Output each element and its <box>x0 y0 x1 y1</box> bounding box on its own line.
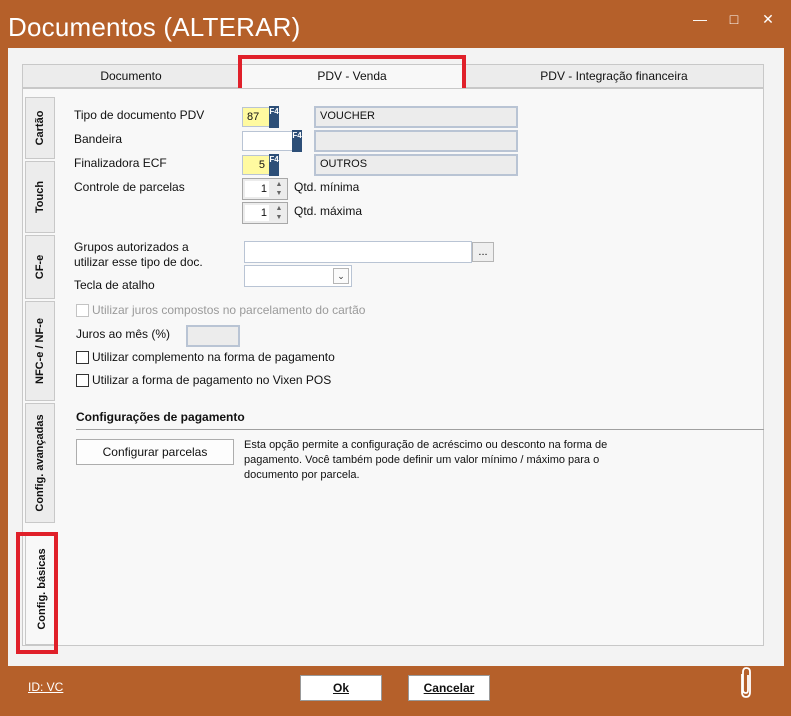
tipo-documento-description: VOUCHER <box>314 106 518 128</box>
bandeira-label: Bandeira <box>74 132 123 146</box>
grupos-input[interactable] <box>244 241 472 263</box>
juros-mes-input[interactable] <box>186 325 240 347</box>
parcelas-min-stepper[interactable]: 1 ▲ ▼ <box>242 178 288 200</box>
pagamento-description: Esta opção permite a configuração de acr… <box>244 438 607 483</box>
bandeira-description <box>314 130 518 152</box>
pagamento-section-title: Configurações de pagamento <box>76 410 245 424</box>
side-tab-label: Touch <box>34 180 46 214</box>
description-line: documento por parcela. <box>244 469 360 481</box>
parcelas-label: Controle de parcelas <box>74 180 185 194</box>
tab-documento[interactable]: Documento <box>23 65 239 87</box>
stepper-arrows-icon[interactable]: ▲ ▼ <box>273 204 285 222</box>
tab-pdv-integracao-financeira[interactable]: PDV - Integração financeira <box>465 65 763 87</box>
complemento-label: Utilizar complemento na forma de pagamen… <box>92 350 335 364</box>
window-controls: — □ ✕ <box>683 8 785 30</box>
f4-lookup-icon[interactable]: F4 <box>292 130 302 152</box>
vixen-pos-label: Utilizar a forma de pagamento no Vixen P… <box>92 373 332 387</box>
main-window: Documentos (ALTERAR) — □ ✕ Documento PDV… <box>0 0 791 716</box>
f4-lookup-icon[interactable]: F4 <box>269 154 279 176</box>
configurar-parcelas-button[interactable]: Configurar parcelas <box>76 439 234 465</box>
maximize-icon[interactable]: □ <box>717 8 751 30</box>
vixen-pos-checkbox[interactable] <box>76 374 89 387</box>
parcelas-min-label: Qtd. mínima <box>294 180 360 194</box>
section-divider <box>76 429 764 430</box>
parcelas-max-label: Qtd. máxima <box>294 204 363 218</box>
side-tab-nfce-nfe[interactable]: NFC-e / NF-e <box>25 301 55 401</box>
side-tab-label: Cartão <box>34 110 46 146</box>
side-tab-label: NFC-e / NF-e <box>34 318 46 384</box>
stepper-arrows-icon[interactable]: ▲ ▼ <box>273 180 285 198</box>
juros-compostos-label: Utilizar juros compostos no parcelamento… <box>92 303 366 317</box>
highlight-active-side-tab <box>16 532 58 654</box>
grupos-label-line1: Grupos autorizados a <box>74 240 189 254</box>
side-tab-label: CF-e <box>34 254 46 280</box>
side-tab-cartao[interactable]: Cartão <box>25 97 55 159</box>
grupos-browse-button[interactable]: ... <box>472 242 494 262</box>
complemento-checkbox[interactable] <box>76 351 89 364</box>
tecla-atalho-label: Tecla de atalho <box>74 278 155 292</box>
paperclip-icon[interactable] <box>736 666 756 700</box>
ok-button[interactable]: Ok <box>300 675 382 701</box>
finalizadora-description: OUTROS <box>314 154 518 176</box>
window-title: Documentos (ALTERAR) <box>8 12 301 42</box>
stepper-value[interactable]: 1 <box>245 181 269 197</box>
side-tab-config-avancadas[interactable]: Config. avançadas <box>25 403 55 523</box>
chevron-down-icon[interactable]: ⌄ <box>333 268 349 284</box>
dialog-client: Documento PDV - Venda PDV - Integração f… <box>8 48 784 666</box>
juros-compostos-checkbox[interactable] <box>76 304 89 317</box>
f4-lookup-icon[interactable]: F4 <box>269 106 279 128</box>
tipo-documento-code-input[interactable]: 87 <box>242 107 270 127</box>
tipo-documento-label: Tipo de documento PDV <box>74 108 205 122</box>
side-tab-touch[interactable]: Touch <box>25 161 55 233</box>
parcelas-max-stepper[interactable]: 1 ▲ ▼ <box>242 202 288 224</box>
bandeira-code-input[interactable] <box>242 131 294 151</box>
grupos-label-line2: utilizar esse tipo de doc. <box>74 255 203 269</box>
stepper-value[interactable]: 1 <box>245 205 269 221</box>
description-line: Esta opção permite a configuração de acr… <box>244 439 608 451</box>
side-tab-cfe[interactable]: CF-e <box>25 235 55 299</box>
close-icon[interactable]: ✕ <box>751 8 785 30</box>
finalizadora-label: Finalizadora ECF <box>74 156 167 170</box>
id-link[interactable]: ID: VC <box>28 680 63 694</box>
finalizadora-code-input[interactable]: 5 <box>242 155 270 175</box>
description-line: pagamento. Você também pode definir um v… <box>244 454 600 466</box>
side-tab-label: Config. avançadas <box>34 414 46 512</box>
cancel-button[interactable]: Cancelar <box>408 675 490 701</box>
tecla-atalho-select[interactable]: ⌄ <box>244 265 352 287</box>
minimize-icon[interactable]: — <box>683 8 717 30</box>
juros-mes-label: Juros ao mês (%) <box>76 327 171 341</box>
